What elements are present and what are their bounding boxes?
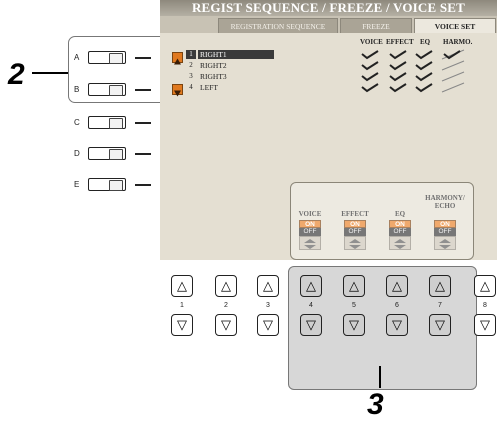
- up-arrow-icon: △: [306, 278, 316, 293]
- side-tick: [135, 57, 151, 59]
- down-button-2[interactable]: ▽: [215, 314, 237, 336]
- knobs-highlight-box: [290, 182, 474, 260]
- up-button-4[interactable]: △: [300, 275, 322, 297]
- side-button-letter: B: [74, 84, 80, 94]
- side-button-letter: A: [74, 52, 80, 62]
- side-button-row-b[interactable]: B: [74, 82, 126, 96]
- up-button-6[interactable]: △: [386, 275, 408, 297]
- down-arrow-icon: ▽: [480, 317, 490, 332]
- side-tick: [135, 153, 151, 155]
- up-arrow-icon: △: [177, 278, 187, 293]
- checkmark-icon: [361, 50, 433, 93]
- up-arrow-icon: △: [221, 278, 231, 293]
- tab-freeze[interactable]: FREEZE: [340, 18, 412, 33]
- column-header-eq: EQ: [420, 38, 431, 46]
- down-button-6[interactable]: ▽: [386, 314, 408, 336]
- side-button-row-d[interactable]: D: [74, 146, 126, 160]
- side-button-letter: C: [74, 117, 80, 127]
- step-2-line: [32, 72, 68, 74]
- part-number: 3: [189, 72, 193, 80]
- side-button-d[interactable]: [88, 146, 126, 160]
- up-button-8[interactable]: △: [474, 275, 496, 297]
- up-arrow-icon: △: [480, 278, 490, 293]
- down-button-7[interactable]: ▽: [429, 314, 451, 336]
- button-number: 2: [224, 302, 228, 309]
- up-button-7[interactable]: △: [429, 275, 451, 297]
- tab-bar: REGISTRATION SEQUENCE FREEZE VOICE SET: [160, 16, 497, 33]
- down-button-3[interactable]: ▽: [257, 314, 279, 336]
- up-arrow-icon: △: [263, 278, 273, 293]
- side-button-row-e[interactable]: E: [74, 177, 126, 191]
- column-header-harmo: HARMO.: [443, 38, 473, 46]
- down-arrow-icon: ▽: [349, 317, 359, 332]
- part-name: RIGHT3: [200, 72, 227, 81]
- side-button-b[interactable]: [88, 82, 126, 96]
- part-number: 2: [189, 61, 193, 69]
- part-name: LEFT: [200, 83, 218, 92]
- down-arrow-icon: ▽: [392, 317, 402, 332]
- up-button-5[interactable]: △: [343, 275, 365, 297]
- down-arrow-icon: ▽: [306, 317, 316, 332]
- button-number: 1: [180, 302, 184, 309]
- up-arrow-icon: △: [349, 278, 359, 293]
- up-button-1[interactable]: △: [171, 275, 193, 297]
- tab-voice-set[interactable]: VOICE SET: [414, 18, 496, 33]
- tab-registration-sequence[interactable]: REGISTRATION SEQUENCE: [218, 18, 338, 33]
- down-button-5[interactable]: ▽: [343, 314, 365, 336]
- step-2-label: 2: [8, 58, 25, 91]
- up-button-2[interactable]: △: [215, 275, 237, 297]
- side-tick: [135, 184, 151, 186]
- step-3-line: [379, 366, 381, 388]
- button-number: 4: [309, 302, 313, 309]
- up-button-3[interactable]: △: [257, 275, 279, 297]
- down-button-4[interactable]: ▽: [300, 314, 322, 336]
- step-3-label: 3: [367, 388, 384, 421]
- voice-set-checkbox-grid[interactable]: [358, 48, 478, 93]
- side-button-letter: D: [74, 148, 80, 158]
- button-number: 5: [352, 302, 356, 309]
- button-number: 3: [266, 302, 270, 309]
- up-arrow-icon: △: [392, 278, 402, 293]
- part-number: 1: [186, 50, 196, 59]
- side-button-letter: E: [74, 179, 80, 189]
- part-down-arrow-icon[interactable]: [172, 84, 183, 97]
- button-number: 6: [395, 302, 399, 309]
- part-name: RIGHT2: [200, 61, 227, 70]
- screen-title: REGIST SEQUENCE / FREEZE / VOICE SET: [160, 0, 497, 16]
- down-arrow-icon: ▽: [221, 317, 231, 332]
- side-button-row-a[interactable]: A: [74, 50, 126, 64]
- side-tick: [135, 122, 151, 124]
- button-number: 7: [438, 302, 442, 309]
- part-name: RIGHT1: [198, 50, 274, 59]
- down-arrow-icon: ▽: [263, 317, 273, 332]
- side-button-a[interactable]: [88, 50, 126, 64]
- up-arrow-icon: △: [435, 278, 445, 293]
- down-button-8[interactable]: ▽: [474, 314, 496, 336]
- part-up-arrow-icon[interactable]: [172, 52, 183, 65]
- button-number: 8: [483, 302, 487, 309]
- down-arrow-icon: ▽: [177, 317, 187, 332]
- column-header-effect: EFFECT: [386, 38, 414, 46]
- side-button-row-c[interactable]: C: [74, 115, 126, 129]
- part-number: 4: [189, 83, 193, 91]
- side-tick: [135, 89, 151, 91]
- side-button-e[interactable]: [88, 177, 126, 191]
- side-button-c[interactable]: [88, 115, 126, 129]
- down-arrow-icon: ▽: [435, 317, 445, 332]
- down-button-1[interactable]: ▽: [171, 314, 193, 336]
- column-header-voice: VOICE: [360, 38, 383, 46]
